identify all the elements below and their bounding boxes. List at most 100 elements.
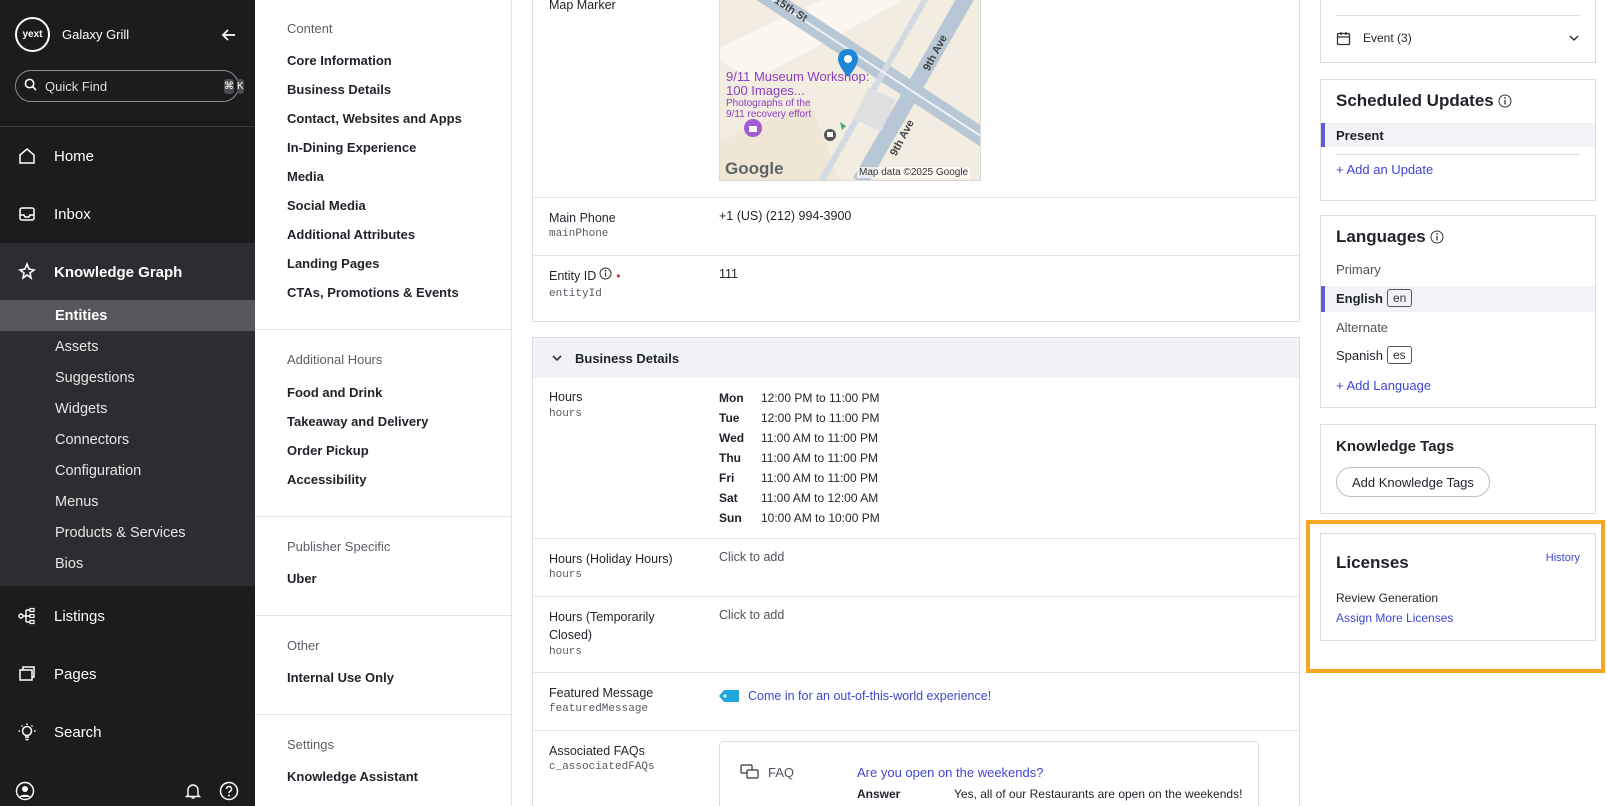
section-nav: Content Core Information Business Detail… bbox=[255, 0, 512, 806]
associated-faqs-row[interactable]: Associated FAQs c_associatedFAQs FAQ Are… bbox=[533, 730, 1299, 806]
highlight-box bbox=[1306, 520, 1605, 673]
primary-language-row[interactable]: English en bbox=[1321, 286, 1595, 312]
map-poi-title[interactable]: 9/11 Museum Workshop: 100 Images... bbox=[726, 70, 886, 98]
section-link[interactable]: Accessibility bbox=[287, 472, 367, 487]
nav-search[interactable]: Search bbox=[0, 703, 255, 761]
add-language-link[interactable]: + Add Language bbox=[1336, 378, 1431, 393]
section-group-title: Additional Hours bbox=[287, 352, 383, 367]
temp-closed-row[interactable]: Hours (Temporarily Closed) hours Click t… bbox=[533, 596, 1299, 672]
info-icon[interactable] bbox=[599, 267, 612, 285]
section-link[interactable]: Internal Use Only bbox=[287, 670, 394, 685]
section-link[interactable]: Business Details bbox=[287, 82, 391, 97]
listings-icon bbox=[16, 605, 38, 627]
subnav-bios[interactable]: Bios bbox=[0, 548, 255, 579]
subnav-menus[interactable]: Menus bbox=[0, 486, 255, 517]
click-to-add[interactable]: Click to add bbox=[719, 550, 784, 564]
section-link[interactable]: Additional Attributes bbox=[287, 227, 415, 242]
map-marker-map[interactable]: W 15th St 9th Ave 9th Ave 9/11 Museum Wo… bbox=[719, 0, 981, 181]
chevron-down-icon bbox=[551, 352, 563, 364]
section-link[interactable]: CTAs, Promotions & Events bbox=[287, 285, 459, 300]
present-row[interactable]: Present bbox=[1321, 123, 1595, 147]
featured-message-value[interactable]: Come in for an out-of-this-world experie… bbox=[719, 689, 991, 703]
day: Sat bbox=[719, 491, 738, 505]
section-divider bbox=[255, 615, 511, 616]
faq-card[interactable]: FAQ Are you open on the weekends? Answer… bbox=[719, 741, 1259, 806]
faq-question[interactable]: Are you open on the weekends? bbox=[857, 765, 1043, 780]
field-value[interactable]: +1 (US) (212) 994-3900 bbox=[719, 209, 851, 223]
subnav-widgets[interactable]: Widgets bbox=[0, 393, 255, 424]
alternate-language[interactable]: Spanish es bbox=[1336, 346, 1412, 364]
yext-logo[interactable]: yext bbox=[15, 16, 50, 52]
scheduled-updates-card: Scheduled Updates Present + Add an Updat… bbox=[1320, 79, 1596, 201]
event-expander[interactable]: Event (3) bbox=[1336, 25, 1580, 51]
info-icon[interactable] bbox=[1498, 94, 1512, 108]
subnav-products-services[interactable]: Products & Services bbox=[0, 517, 255, 548]
nav-home[interactable]: Home bbox=[0, 127, 255, 185]
subnav-configuration[interactable]: Configuration bbox=[0, 455, 255, 486]
add-update-link[interactable]: + Add an Update bbox=[1336, 162, 1433, 177]
nav-inbox-label: Inbox bbox=[54, 205, 91, 223]
add-knowledge-tags-button[interactable]: Add Knowledge Tags bbox=[1336, 467, 1490, 497]
holiday-hours-row[interactable]: Hours (Holiday Hours) hours Click to add bbox=[533, 538, 1299, 596]
section-link[interactable]: Takeaway and Delivery bbox=[287, 414, 428, 429]
map-marker-label: Map Marker bbox=[549, 0, 616, 12]
knowledge-tags-card: Knowledge Tags Add Knowledge Tags bbox=[1320, 424, 1596, 514]
collapse-sidebar-icon[interactable] bbox=[218, 24, 240, 46]
section-link[interactable]: Social Media bbox=[287, 198, 366, 213]
section-divider bbox=[255, 516, 511, 517]
nav-knowledge-graph[interactable]: Knowledge Graph bbox=[0, 243, 255, 301]
nav-inbox[interactable]: Inbox bbox=[0, 185, 255, 243]
section-link[interactable]: Food and Drink bbox=[287, 385, 382, 400]
info-icon[interactable] bbox=[1430, 230, 1444, 244]
notifications-bell-icon[interactable] bbox=[182, 780, 204, 802]
nav-pages-label: Pages bbox=[54, 665, 97, 683]
hours-table[interactable]: Mon 12:00 PM to 11:00 PM Tue 12:00 PM to 1… bbox=[719, 388, 880, 528]
primary-label: Primary bbox=[1336, 262, 1381, 277]
field-label: Closed) bbox=[549, 628, 593, 642]
time-range: 11:00 AM to 11:00 PM bbox=[761, 471, 878, 485]
field-key: entityId bbox=[549, 288, 602, 300]
museum-poi-icon bbox=[743, 118, 763, 141]
hours-day-row: Sun 10:00 AM to 10:00 PM bbox=[719, 508, 880, 528]
featured-message-row[interactable]: Featured Message featuredMessage Come in… bbox=[533, 672, 1299, 730]
subnav-connectors[interactable]: Connectors bbox=[0, 424, 255, 455]
map-attribution: Map data ©2025 Google bbox=[857, 167, 971, 178]
faq-answer-label: Answer bbox=[857, 787, 901, 801]
map-pin-icon[interactable] bbox=[837, 48, 859, 81]
section-link[interactable]: Core Information bbox=[287, 53, 392, 68]
subnav-suggestions[interactable]: Suggestions bbox=[0, 362, 255, 393]
section-link[interactable]: Contact, Websites and Apps bbox=[287, 111, 462, 126]
click-to-add[interactable]: Click to add bbox=[719, 608, 784, 622]
section-link[interactable]: Order Pickup bbox=[287, 443, 369, 458]
hours-row[interactable]: Hours hours Mon 12:00 PM to 11:00 PM Tue 1… bbox=[533, 378, 1299, 538]
business-details-header[interactable]: Business Details bbox=[532, 337, 1300, 379]
search-icon bbox=[24, 78, 37, 94]
google-logo: Google bbox=[725, 159, 784, 178]
chevron-down-icon bbox=[1568, 32, 1580, 44]
section-link[interactable]: Knowledge Assistant bbox=[287, 769, 418, 784]
featured-message-text[interactable]: Come in for an out-of-this-world experie… bbox=[748, 689, 991, 703]
brand: yext Galaxy Grill bbox=[15, 16, 240, 52]
quick-find[interactable]: ⌘ K bbox=[15, 70, 244, 102]
section-link[interactable]: Uber bbox=[287, 571, 317, 586]
hours-day-row: Thu 11:00 AM to 11:00 PM bbox=[719, 448, 880, 468]
nav-pages[interactable]: Pages bbox=[0, 645, 255, 703]
section-link[interactable]: Landing Pages bbox=[287, 256, 379, 271]
sidebar: yext Galaxy Grill ⌘ K Home Inbox Knowled… bbox=[0, 0, 255, 806]
day: Fri bbox=[719, 471, 735, 485]
section-link[interactable]: Media bbox=[287, 169, 324, 184]
user-profile-icon[interactable] bbox=[14, 780, 36, 802]
section-group-title: Publisher Specific bbox=[287, 539, 391, 554]
help-icon[interactable] bbox=[218, 780, 240, 802]
search-bulb-icon bbox=[16, 721, 38, 743]
subnav-assets[interactable]: Assets bbox=[0, 331, 255, 362]
field-key: featuredMessage bbox=[549, 703, 649, 715]
nav-listings[interactable]: Listings bbox=[0, 587, 255, 645]
quick-find-input[interactable] bbox=[45, 78, 221, 94]
section-divider bbox=[255, 714, 511, 715]
entity-id-row[interactable]: Entity ID • entityId 111 bbox=[533, 255, 1299, 322]
section-link[interactable]: In-Dining Experience bbox=[287, 140, 416, 155]
faq-answer: Yes, all of our Restaurants are open on … bbox=[954, 787, 1243, 801]
subnav-entities[interactable]: Entities bbox=[0, 300, 255, 331]
main-phone-row[interactable]: Main Phone mainPhone +1 (US) (212) 994-3… bbox=[533, 197, 1299, 255]
